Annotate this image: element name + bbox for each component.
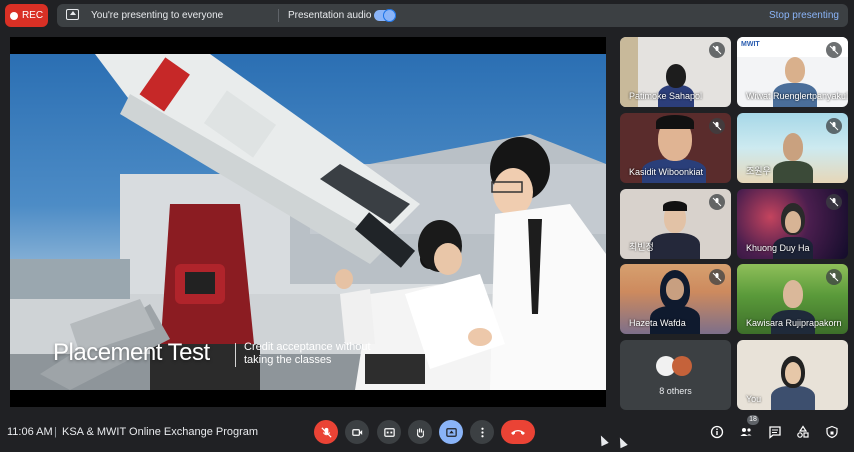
presentation-audio-label: Presentation audio <box>288 10 372 21</box>
raise-hand-button[interactable] <box>408 420 432 444</box>
participant-video <box>785 362 801 384</box>
mic-off-icon <box>826 194 842 210</box>
present-screen-icon <box>66 9 79 20</box>
divider <box>278 9 279 22</box>
meeting-details-button[interactable] <box>709 424 725 440</box>
slide-title: Placement Test <box>53 339 210 366</box>
participant-name: 최빈정 <box>629 242 654 252</box>
participant-video <box>773 161 813 183</box>
mic-off-icon <box>709 42 725 58</box>
mic-off-icon <box>709 118 725 134</box>
people-icon <box>740 428 752 436</box>
participant-tile[interactable]: Khuong Duy Ha <box>737 189 848 259</box>
info-icon <box>710 425 724 439</box>
chat-icon <box>769 426 781 439</box>
others-label: 8 others <box>659 386 692 396</box>
participant-name: Khuong Duy Ha <box>746 243 810 253</box>
closed-captions-icon <box>383 427 395 437</box>
host-controls-button[interactable] <box>824 424 840 440</box>
rec-label: REC <box>21 10 44 21</box>
camera-toggle-button[interactable] <box>345 420 369 444</box>
participant-name: Hazeta Wafda <box>629 318 686 328</box>
participant-name: Patimoke Sahapol <box>629 91 703 101</box>
participant-tile[interactable]: 조원우 <box>737 113 848 183</box>
recording-badge[interactable]: REC <box>5 4 48 27</box>
mic-toggle-button[interactable] <box>314 420 338 444</box>
mic-off-icon <box>826 42 842 58</box>
presentation-slide: Placement Test Credit acceptance without… <box>10 54 606 390</box>
participant-video <box>666 64 686 88</box>
divider: | <box>54 426 57 438</box>
present-now-button[interactable] <box>439 420 463 444</box>
bottom-bar: 11:06 AM | KSA & MWIT Online Exchange Pr… <box>0 415 854 452</box>
participant-tile[interactable]: Kawisara Rujiprapakorn <box>737 264 848 334</box>
participant-video: MWIT <box>741 41 760 48</box>
participant-name: 조원우 <box>746 166 771 176</box>
shapes-icon <box>797 425 809 438</box>
avatar <box>672 356 692 376</box>
phone-hangup-icon <box>511 430 525 435</box>
self-tile[interactable]: You <box>737 340 848 410</box>
chat-button[interactable] <box>767 424 783 440</box>
meeting-title: KSA & MWIT Online Exchange Program <box>62 426 259 438</box>
participant-name: Kawisara Rujiprapakorn <box>746 318 842 328</box>
mic-off-icon <box>826 118 842 134</box>
participant-video <box>771 386 815 410</box>
shield-lock-icon <box>826 425 838 439</box>
slide-subtitle: Credit acceptance without taking the cla… <box>244 341 371 366</box>
people-button[interactable] <box>738 424 754 440</box>
participant-tile[interactable]: Hazeta Wafda <box>620 264 731 334</box>
mic-off-icon <box>320 426 332 438</box>
slide-divider <box>235 343 236 367</box>
participant-video <box>785 211 801 233</box>
present-screen-icon <box>445 427 457 437</box>
participant-video <box>783 133 803 161</box>
activities-button[interactable] <box>795 424 811 440</box>
participant-tile[interactable]: MWIT Wiwat Ruenglertpanyakul <box>737 37 848 107</box>
participant-video <box>650 233 700 259</box>
participant-tile[interactable]: Kasidit Wiboonkiat <box>620 113 731 183</box>
participant-video <box>785 57 805 83</box>
participant-video <box>656 115 694 129</box>
mic-off-icon <box>709 194 725 210</box>
record-dot-icon <box>9 11 18 20</box>
presentation-stage: Placement Test Credit acceptance without… <box>10 37 606 407</box>
presentation-audio-toggle[interactable] <box>374 9 396 22</box>
participant-video <box>666 278 684 300</box>
participant-video <box>783 280 803 308</box>
video-camera-icon <box>351 428 362 436</box>
captions-button[interactable] <box>377 420 401 444</box>
stop-presenting-button[interactable]: Stop presenting <box>769 10 839 21</box>
mic-off-icon <box>709 269 725 285</box>
participant-tile[interactable]: Patimoke Sahapol <box>620 37 731 107</box>
more-options-button[interactable] <box>470 420 494 444</box>
clock: 11:06 AM <box>7 426 53 438</box>
leave-call-button[interactable] <box>501 420 535 444</box>
presenting-bar: You're presenting to everyone Presentati… <box>57 4 848 27</box>
participant-name: Wiwat Ruenglertpanyakul <box>746 91 848 101</box>
top-bar: REC You're presenting to everyone Presen… <box>0 0 854 32</box>
participant-tile[interactable]: 최빈정 <box>620 189 731 259</box>
participant-name: Kasidit Wiboonkiat <box>629 167 704 177</box>
mic-off-icon <box>826 269 842 285</box>
more-vert-icon <box>480 427 484 437</box>
presenting-text: You're presenting to everyone <box>91 10 224 21</box>
hand-icon <box>416 427 424 438</box>
participant-video <box>663 201 687 211</box>
participant-name: You <box>746 394 762 404</box>
others-tile[interactable]: 8 others <box>620 340 731 410</box>
